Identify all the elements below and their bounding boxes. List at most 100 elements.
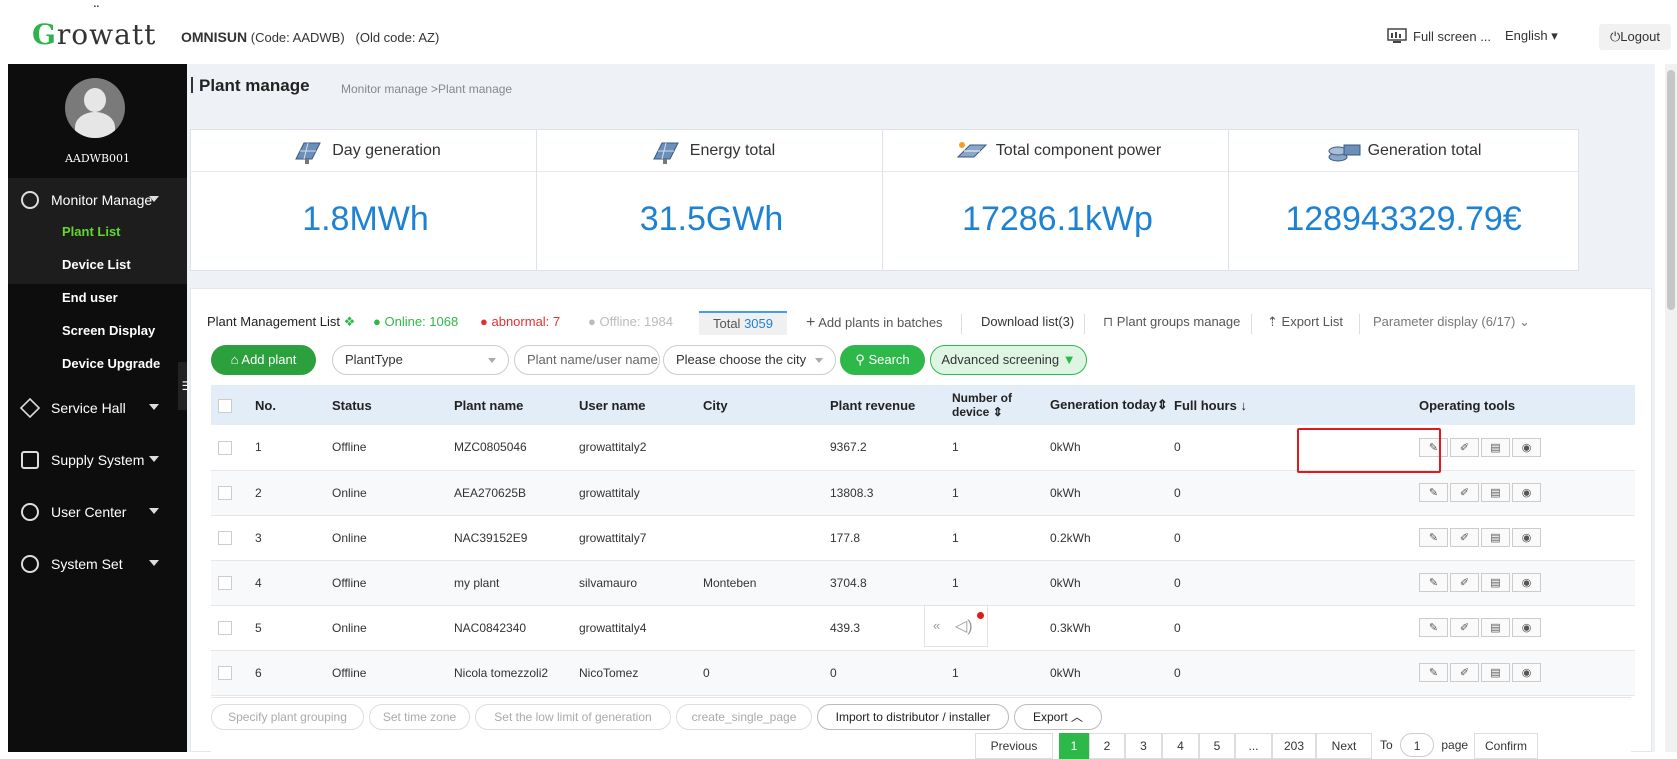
avatar[interactable] [65,78,125,138]
set-low-limit-button[interactable]: Set the low limit of generation [475,704,671,730]
row-checkbox[interactable] [218,440,232,455]
page-button-3[interactable]: 3 [1125,733,1162,759]
row-checkbox[interactable] [218,530,232,545]
stat-value: 1.8MWh [302,200,429,238]
table-row[interactable]: 5OnlineNAC0842340growattitaly4439.310.3k… [211,605,1635,651]
pin-icon[interactable]: ✐ [1450,618,1479,637]
set-time-zone-button[interactable]: Set time zone [369,704,470,730]
view-icon[interactable]: ◉ [1512,437,1541,457]
view-icon[interactable]: ◉ [1512,528,1541,547]
edit-icon[interactable]: ✎ [1419,663,1448,682]
next-page-button[interactable]: Next [1316,733,1372,759]
cell-plant-name[interactable]: NAC0842340 [454,605,579,651]
row-checkbox[interactable] [218,575,232,590]
page-button-4[interactable]: 4 [1162,733,1199,759]
filter-abnormal[interactable]: ● abnormal: 7 [480,314,560,329]
pin-icon[interactable]: ✐ [1450,573,1479,592]
add-plant-button[interactable]: ⌂ Add plant [211,345,316,375]
cell-plant-name[interactable]: NAC39152E9 [454,515,579,561]
pin-icon[interactable]: ✐ [1450,437,1479,457]
goto-page: To 1 page [1372,733,1474,759]
page-button-2[interactable]: 2 [1089,733,1125,759]
system-set-menu[interactable]: System Set [8,542,187,586]
scrollbar-thumb[interactable] [1667,70,1675,310]
confirm-page-button[interactable]: Confirm [1474,733,1538,759]
plant-name-search-input[interactable]: Plant name/user name [514,345,660,375]
row-checkbox[interactable] [218,485,232,500]
user-center-menu[interactable]: User Center [8,490,187,534]
search-button[interactable]: ⚲ Search [840,345,925,375]
cell-no: 2 [255,470,332,516]
view-icon[interactable]: ◉ [1512,573,1541,592]
row-checkbox[interactable] [218,665,232,680]
monitor-icon [1387,28,1407,43]
parameter-display-button[interactable]: Parameter display (6/17) ⌄ [1373,314,1530,330]
sidebar-item-device-upgrade[interactable]: Device Upgrade [62,356,160,371]
device-icon[interactable]: ▤ [1481,528,1510,547]
sidebar-item-device-list[interactable]: Device List [62,257,131,272]
pin-icon[interactable]: ✐ [1450,528,1479,547]
table-row[interactable]: 6 Offline Nicola tomezzoli2 NicoTomez 0 0 1 0kW… [211,650,1635,696]
col-generation-today[interactable]: Generation today⇕ [1050,385,1174,425]
view-icon[interactable]: ◉ [1512,663,1541,682]
pin-icon[interactable]: ✐ [1450,663,1479,682]
page-number-input[interactable]: 1 [1400,733,1435,757]
filter-online[interactable]: ● Online: 1068 [373,314,458,329]
device-icon[interactable]: ▤ [1481,483,1510,502]
arrows-icon: ❖ [343,314,356,329]
plant-type-select[interactable]: PlantType [332,345,509,375]
table-row[interactable]: 2 Online AEA270625B growattitaly 13808.3 1 0kW… [211,470,1635,516]
cell-plant-name[interactable]: Nicola tomezzoli2 [454,650,579,696]
supply-system-menu[interactable]: Supply System [8,438,187,482]
view-icon[interactable]: ◉ [1512,483,1541,502]
view-icon[interactable]: ◉ [1512,618,1541,637]
device-icon[interactable]: ▤ [1481,663,1510,682]
service-hall-menu[interactable]: Service Hall [8,386,187,430]
plant-groups-manage-button[interactable]: ⊓ Plant groups manage [1103,314,1240,330]
pin-icon[interactable]: ✐ [1450,483,1479,502]
page-button-1[interactable]: 1 [1059,733,1089,759]
cell-plant-name[interactable]: MZC0805046 [454,425,579,471]
table-row[interactable]: 3 Online NAC39152E9 growattitaly7 177.8 1 0.2k… [211,515,1635,561]
download-list-button[interactable]: Download list(3) [981,314,1074,329]
export-list-button[interactable]: ⇡ Export List [1267,314,1343,330]
select-all-checkbox[interactable] [218,398,232,413]
logout-button[interactable]: ⏻Logout [1599,24,1671,50]
table-row[interactable]: 4 Offline my plant silvamauro Monteben 3704.8… [211,560,1635,606]
cell-user-name: growattitaly [579,470,703,516]
sidebar-item-end-user[interactable]: End user [62,290,118,305]
page-scrollbar[interactable] [1665,64,1677,752]
growatt-logo[interactable]: Growatt [32,18,156,51]
page-button-203[interactable]: 203 [1272,733,1316,759]
filter-offline[interactable]: ● Offline: 1984 [588,314,673,329]
advanced-screening-button[interactable]: Advanced screening ▼ [930,345,1087,375]
page-button-5[interactable]: 5 [1199,733,1235,759]
col-full-hours[interactable]: Full hours ↓ [1174,385,1419,425]
cell-plant-name[interactable]: AEA270625B [454,470,579,516]
device-icon[interactable]: ▤ [1481,618,1510,637]
specify-grouping-button[interactable]: Specify plant grouping [211,704,364,730]
import-distributor-button[interactable]: Import to distributor / installer [817,704,1009,730]
export-button[interactable]: Export ︿ [1014,704,1102,730]
language-select[interactable]: English ▾ [1505,28,1558,44]
previous-page-button[interactable]: Previous [975,733,1053,759]
sidebar-item-plant-list[interactable]: Plant List [62,224,121,239]
create-single-page-button[interactable]: create_single_page [676,704,812,730]
cell-revenue: 3704.8 [830,560,952,606]
cell-plant-name[interactable]: my plant [454,560,579,606]
filter-total[interactable]: Total 3059 [699,311,787,335]
col-number-of-device[interactable]: Number of device ⇕ [952,385,1050,425]
city-select[interactable]: Please choose the city [663,345,836,375]
monitor-manage-menu[interactable]: Monitor Manage [8,178,187,222]
edit-icon[interactable]: ✎ [1419,483,1448,502]
edit-icon[interactable]: ✎ [1419,618,1448,637]
add-plants-batches-button[interactable]: + Add plants in batches [806,314,943,332]
row-checkbox[interactable] [218,620,232,635]
device-icon[interactable]: ▤ [1481,573,1510,592]
notification-widget[interactable]: « ◁) [924,605,988,647]
edit-icon[interactable]: ✎ [1419,528,1448,547]
sidebar-item-screen-display[interactable]: Screen Display [62,323,155,338]
edit-icon[interactable]: ✎ [1419,573,1448,592]
fullscreen-button[interactable]: Full screen ... [1387,28,1491,44]
device-icon[interactable]: ▤ [1481,437,1510,457]
